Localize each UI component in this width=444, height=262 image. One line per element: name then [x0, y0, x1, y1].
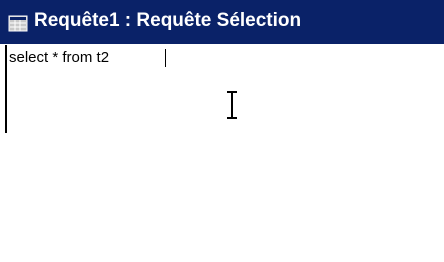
window-title: Requête1 : Requête Sélection — [34, 10, 302, 31]
text-caret — [165, 49, 166, 67]
window-titlebar[interactable]: Requête1 : Requête Sélection — [0, 0, 444, 44]
blank-area — [0, 134, 444, 262]
i-beam-cursor-icon — [227, 91, 237, 119]
sql-query-text: select * from t2 — [9, 49, 110, 66]
query-grid-icon[interactable] — [8, 13, 28, 33]
